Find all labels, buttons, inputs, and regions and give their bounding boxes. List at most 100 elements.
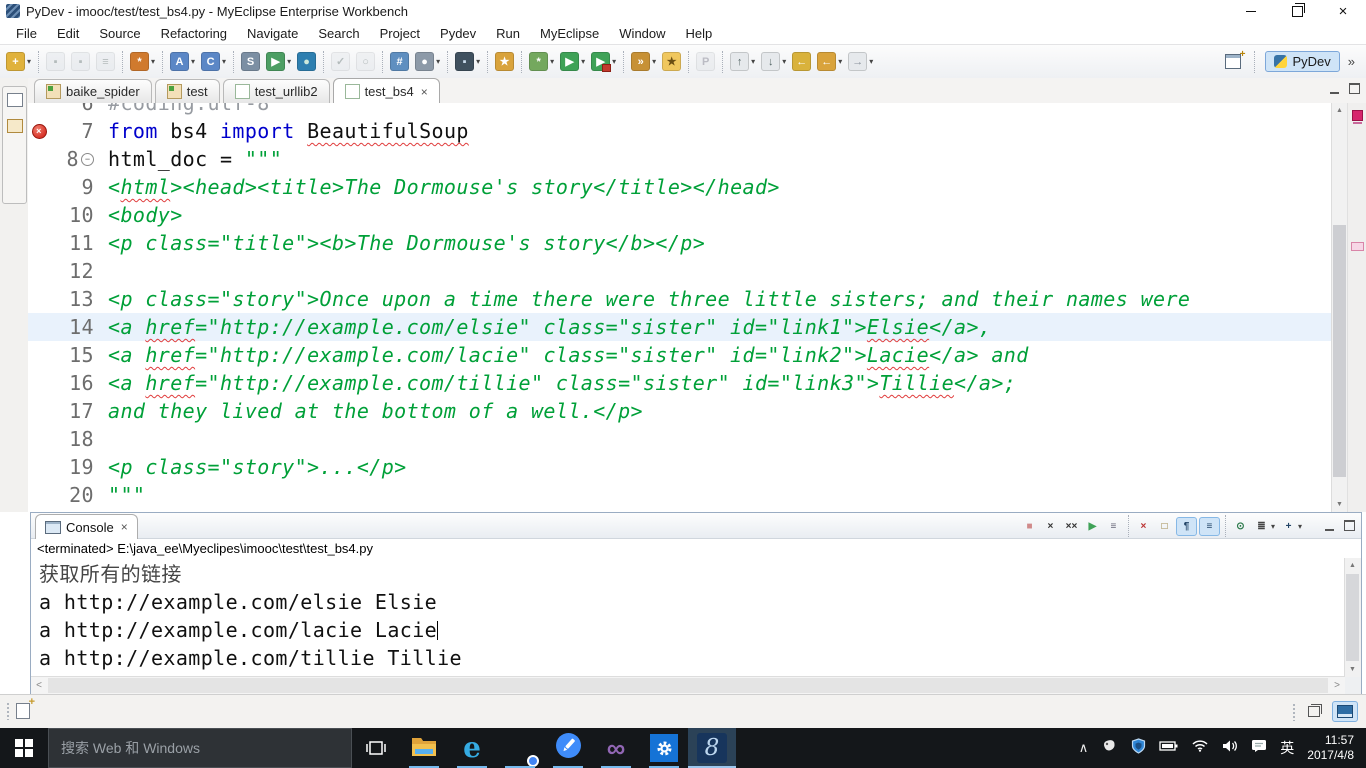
dropdown-arrow-icon[interactable]: ▾ — [287, 57, 291, 66]
perspective-pydev-button[interactable]: PyDev — [1265, 51, 1339, 72]
tab-test[interactable]: test — [155, 79, 220, 103]
code-line[interactable]: #coding:utf-8 — [102, 103, 270, 115]
run-last-icon[interactable]: ▶▾ — [588, 50, 619, 73]
pointer-utility-icon[interactable] — [1101, 738, 1118, 758]
annotation-column[interactable] — [28, 285, 50, 313]
menu-navigate[interactable]: Navigate — [237, 24, 308, 43]
maximize-console-icon[interactable] — [1344, 520, 1355, 531]
wifi-icon[interactable] — [1191, 739, 1209, 757]
tab-close-icon[interactable]: × — [421, 85, 428, 99]
maximize-editor-icon[interactable] — [1349, 83, 1360, 94]
error-overview-marker[interactable] — [1352, 110, 1363, 121]
scroll-up-icon[interactable]: ▲ — [1332, 103, 1347, 118]
restore-window-icon[interactable] — [1274, 0, 1320, 22]
close-window-icon[interactable]: × — [1320, 0, 1366, 22]
code-line[interactable]: <a href="http://example.com/elsie" class… — [102, 315, 991, 339]
dropdown-arrow-icon[interactable]: ▾ — [751, 57, 755, 66]
dropdown-arrow-icon[interactable]: ▾ — [1271, 522, 1275, 531]
error-marker-icon[interactable]: × — [32, 124, 47, 139]
dropdown-arrow-icon[interactable]: ▾ — [550, 57, 554, 66]
annotation-column[interactable] — [28, 397, 50, 425]
dropdown-arrow-icon[interactable]: ▾ — [436, 57, 440, 66]
toolbar-overflow-button[interactable]: » — [1346, 54, 1357, 69]
code-line[interactable]: and they lived at the bottom of a well.<… — [102, 399, 643, 423]
restore-view-icon[interactable] — [7, 93, 23, 107]
myeclipse-tool-icon[interactable]: *▾ — [127, 50, 158, 73]
code-row[interactable]: 10<body> — [28, 201, 1332, 229]
dropdown-arrow-icon[interactable]: ▾ — [652, 57, 656, 66]
code-row[interactable]: ×7from bs4 import BeautifulSoup — [28, 117, 1332, 145]
scroll-right-icon[interactable]: > — [1329, 677, 1345, 694]
annotation-column[interactable] — [28, 313, 50, 341]
taskbar-app-file-explorer[interactable] — [400, 728, 448, 768]
taskbar-app-settings[interactable] — [640, 728, 688, 768]
code-row[interactable]: 9<html><head><title>The Dormouse's story… — [28, 173, 1332, 201]
fold-collapse-icon[interactable]: − — [81, 153, 94, 166]
code-row[interactable]: 16<a href="http://example.com/tillie" cl… — [28, 369, 1332, 397]
code-line[interactable]: html_doc = """ — [102, 147, 282, 171]
tab-console[interactable]: Console × — [35, 514, 138, 539]
annotation-column[interactable] — [28, 453, 50, 481]
trim-drag-handle[interactable] — [1292, 703, 1296, 721]
occurrence-overview-marker[interactable] — [1351, 242, 1364, 251]
dropdown-arrow-icon[interactable]: ▾ — [476, 57, 480, 66]
taskbar-app-myeclipse[interactable]: 8 — [688, 728, 736, 768]
volume-icon[interactable] — [1222, 739, 1238, 758]
dropdown-arrow-icon[interactable]: ▾ — [222, 57, 226, 66]
dropdown-arrow-icon[interactable]: ▾ — [151, 57, 155, 66]
minimize-window-icon[interactable] — [1228, 0, 1274, 22]
code-line[interactable]: <p class="story">Once upon a time there … — [102, 287, 1190, 311]
open-perspective-icon[interactable] — [1222, 52, 1244, 71]
new-web-project-icon[interactable]: A▾ — [167, 50, 198, 73]
code-row[interactable]: 11<p class="title"><b>The Dormouse's sto… — [28, 229, 1332, 257]
taskbar-app-edge[interactable]: e — [448, 728, 496, 768]
menu-pydev[interactable]: Pydev — [430, 24, 486, 43]
report-design-icon[interactable]: # — [387, 50, 412, 73]
code-row[interactable]: 6#coding:utf-8 — [28, 103, 1332, 117]
code-line[interactable]: <a href="http://example.com/lacie" class… — [102, 343, 1029, 367]
menu-myeclipse[interactable]: MyEclipse — [530, 24, 609, 43]
menu-window[interactable]: Window — [609, 24, 675, 43]
annotation-column[interactable] — [28, 229, 50, 257]
taskbar-app-visual-studio[interactable]: ∞ — [592, 728, 640, 768]
security-shield-icon[interactable] — [1131, 738, 1146, 759]
menu-file[interactable]: File — [6, 24, 47, 43]
menu-help[interactable]: Help — [676, 24, 723, 43]
annotation-column[interactable] — [28, 341, 50, 369]
code-line[interactable]: from bs4 import BeautifulSoup — [102, 119, 469, 143]
code-row[interactable]: 18 — [28, 425, 1332, 453]
annotation-column[interactable] — [28, 481, 50, 509]
tray-expand-icon[interactable]: ∧ — [1079, 740, 1089, 756]
remove-all-launches-icon[interactable]: ×× — [1062, 518, 1081, 535]
annotation-column[interactable] — [28, 103, 50, 117]
scrollbar-thumb[interactable] — [48, 678, 1328, 693]
annotation-column[interactable] — [28, 257, 50, 285]
code-line[interactable]: <p class="title"><b>The Dormouse's story… — [102, 231, 705, 255]
taskbar-clock[interactable]: 11:57 2017/4/8 — [1307, 733, 1354, 763]
relaunch-icon[interactable]: ▶ — [1083, 518, 1102, 535]
task-view-button[interactable] — [352, 728, 400, 768]
dropdown-arrow-icon[interactable]: ▾ — [1298, 522, 1302, 531]
open-console-icon[interactable]: +▾ — [1279, 518, 1304, 535]
deploy-icon[interactable]: ▶▾ — [263, 50, 294, 73]
app-server-icon[interactable]: S — [238, 50, 263, 73]
dropdown-arrow-icon[interactable]: ▾ — [838, 57, 842, 66]
scroll-down-icon[interactable]: ▼ — [1345, 662, 1360, 677]
console-tab-close-icon[interactable]: × — [121, 520, 128, 534]
annotation-column[interactable] — [28, 145, 50, 173]
code-row[interactable]: 15<a href="http://example.com/lacie" cla… — [28, 341, 1332, 369]
pin-console-icon[interactable]: ⊙ — [1231, 518, 1250, 535]
scroll-down-icon[interactable]: ▼ — [1332, 497, 1347, 512]
dropdown-arrow-icon[interactable]: ▾ — [869, 57, 873, 66]
annotation-column[interactable] — [28, 201, 50, 229]
dropdown-arrow-icon[interactable]: ▾ — [581, 57, 585, 66]
word-wrap-icon[interactable]: ¶ — [1176, 517, 1197, 536]
forward-icon[interactable]: →▾ — [845, 50, 876, 73]
menu-run[interactable]: Run — [486, 24, 530, 43]
last-edit-location-icon[interactable]: ← — [789, 50, 814, 73]
code-row[interactable]: 12 — [28, 257, 1332, 285]
show-on-output-icon[interactable]: ≡ — [1199, 517, 1220, 536]
next-annotation-icon[interactable]: ↓▾ — [758, 50, 789, 73]
minimize-editor-icon[interactable] — [1330, 84, 1339, 94]
fast-view-icon[interactable] — [16, 703, 30, 719]
